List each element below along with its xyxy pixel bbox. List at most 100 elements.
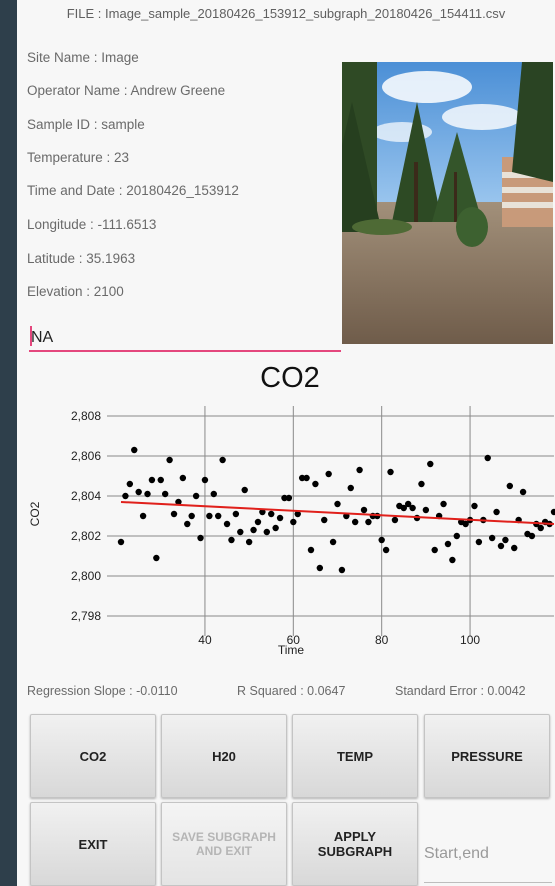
data-point: [537, 524, 544, 532]
data-point: [215, 512, 222, 520]
standard-error: Standard Error : 0.0042: [395, 684, 526, 698]
h2o-button[interactable]: H20: [161, 714, 287, 798]
data-point: [179, 474, 187, 482]
data-point: [166, 456, 173, 464]
x-axis-label: Time: [278, 643, 305, 657]
data-point: [135, 488, 142, 496]
data-point: [131, 446, 138, 454]
data-point: [475, 538, 483, 546]
y-tick-label: 2,802: [71, 529, 101, 543]
data-point: [488, 534, 496, 542]
save-subgraph-button[interactable]: SAVE SUBGRAPH AND EXIT: [161, 802, 287, 886]
data-point: [272, 524, 279, 532]
data-point: [347, 484, 354, 492]
data-point: [250, 526, 257, 534]
data-point: [519, 488, 527, 496]
data-point: [493, 508, 500, 516]
data-point: [245, 538, 253, 546]
data-point: [471, 502, 478, 510]
data-point: [157, 476, 164, 484]
apply-subgraph-button[interactable]: APPLY SUBGRAPH: [292, 802, 418, 886]
data-point: [312, 480, 319, 488]
data-point: [122, 492, 129, 500]
data-point: [276, 514, 284, 522]
data-point: [351, 518, 359, 526]
field-latitude: Latitude : 35.1963: [27, 251, 136, 266]
exit-button[interactable]: EXIT: [30, 802, 156, 886]
data-point: [210, 490, 217, 498]
data-point: [241, 486, 248, 494]
data-point: [449, 556, 456, 564]
data-point: [192, 492, 200, 500]
field-elevation: Elevation : 2100: [27, 284, 124, 299]
data-point: [550, 508, 555, 516]
data-point: [161, 490, 169, 498]
data-point: [321, 516, 328, 524]
x-tick-label: 100: [460, 633, 480, 647]
data-point: [316, 564, 324, 572]
data-point: [232, 510, 240, 518]
app-screen: FILE : Image_sample_20180426_153912_subg…: [17, 0, 555, 886]
data-point: [184, 520, 191, 528]
data-point: [453, 532, 460, 540]
data-point: [506, 482, 514, 490]
y-tick-label: 2,806: [71, 449, 101, 463]
range-input[interactable]: [424, 826, 552, 883]
data-point: [511, 544, 518, 552]
file-title: FILE : Image_sample_20180426_153912_subg…: [66, 6, 506, 21]
y-tick-label: 2,808: [71, 409, 101, 423]
data-point: [391, 516, 399, 524]
data-point: [170, 510, 178, 518]
note-input[interactable]: [29, 326, 341, 352]
data-point: [365, 518, 372, 526]
site-photo: [342, 62, 553, 344]
temp-button[interactable]: TEMP: [292, 714, 418, 798]
co2-scatter-chart[interactable]: 2,7982,8002,8022,8042,8062,80840 60 80 100 …: [17, 398, 555, 663]
data-point: [153, 554, 160, 562]
data-point: [201, 476, 209, 484]
data-point: [228, 536, 235, 544]
y-axis-label: CO2: [28, 501, 42, 526]
pressure-button[interactable]: PRESSURE: [424, 714, 550, 798]
data-point: [126, 480, 134, 488]
data-point: [528, 532, 536, 540]
data-point: [427, 460, 434, 468]
data-point: [356, 466, 363, 474]
data-point: [431, 546, 438, 554]
data-point: [329, 538, 337, 546]
data-point: [422, 506, 430, 514]
field-time-and-date: Time and Date : 20180426_153912: [27, 183, 239, 198]
data-point: [117, 538, 125, 546]
data-point: [334, 500, 341, 508]
data-point: [206, 512, 213, 520]
data-point: [418, 480, 425, 488]
data-point: [197, 534, 204, 542]
data-point: [303, 474, 310, 482]
chart-title: CO2: [260, 362, 320, 394]
r-squared: R Squared : 0.0647: [237, 684, 346, 698]
data-point: [223, 520, 231, 528]
x-tick-label: 40: [198, 633, 212, 647]
field-temperature: Temperature : 23: [27, 150, 130, 165]
data-point: [307, 546, 315, 554]
y-tick-label: 2,798: [71, 609, 101, 623]
data-point: [502, 536, 509, 544]
data-point: [254, 518, 262, 526]
data-point: [382, 546, 390, 554]
field-site-name: Site Name : Image: [27, 50, 139, 65]
field-sample-id: Sample ID : sample: [27, 117, 145, 132]
data-point: [188, 512, 195, 520]
y-tick-label: 2,800: [71, 569, 101, 583]
data-point: [290, 518, 297, 526]
data-point: [338, 566, 346, 574]
field-longitude: Longitude : -111.6513: [27, 217, 157, 232]
data-point: [360, 506, 368, 514]
data-point: [285, 494, 293, 502]
data-point: [325, 470, 332, 478]
data-point: [484, 454, 491, 462]
data-point: [497, 542, 505, 550]
regression-slope: Regression Slope : -0.0110: [27, 684, 178, 698]
data-point: [387, 468, 394, 476]
co2-button[interactable]: CO2: [30, 714, 156, 798]
data-point: [139, 512, 147, 520]
